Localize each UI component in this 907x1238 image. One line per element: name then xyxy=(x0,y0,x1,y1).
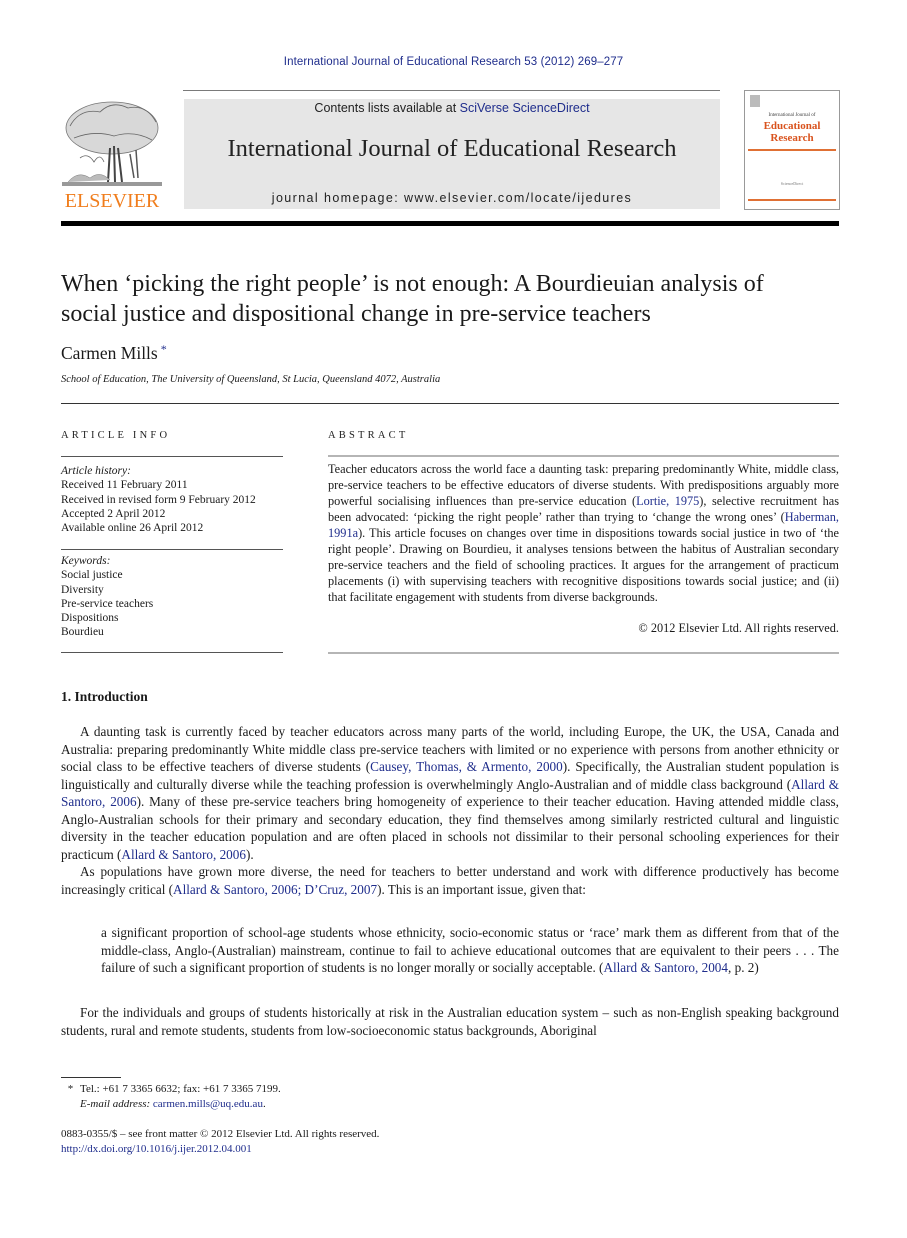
abstract-label: ABSTRACT xyxy=(328,430,409,441)
cover-small-title: International Journal of xyxy=(768,113,816,118)
elsevier-wordmark: ELSEVIER xyxy=(64,190,160,212)
citation-link[interactable]: Allard & Santoro, 2004 xyxy=(603,960,728,975)
author-name: Carmen Mills xyxy=(61,343,158,363)
intro-paragraph-continued: For the individuals and groups of studen… xyxy=(61,1004,839,1039)
footnote-contact: * Tel.: +61 7 3365 6632; fax: +61 7 3365 … xyxy=(61,1082,281,1097)
title-line: When ‘picking the right people’ is not e… xyxy=(61,271,764,297)
abstract-text: Teacher educators across the world face … xyxy=(328,461,839,605)
paragraph: For the individuals and groups of studen… xyxy=(61,1005,839,1038)
article-info-rule xyxy=(61,652,283,653)
email-end: . xyxy=(262,1098,266,1110)
text-run: ). This is an important issue, given tha… xyxy=(377,881,586,897)
elsevier-logo[interactable]: ELSEVIER xyxy=(60,98,164,213)
header-rule xyxy=(183,90,720,91)
abstract-copyright: © 2012 Elsevier Ltd. All rights reserved… xyxy=(638,621,839,635)
keyword-item: Pre-service teachers xyxy=(61,597,154,610)
footnote: * Tel.: +61 7 3365 6632; fax: +61 7 3365 … xyxy=(61,1082,281,1112)
bottom-matter: 0883-0355/$ – see front matter © 2012 El… xyxy=(61,1127,379,1157)
affiliation: School of Education, The University of Q… xyxy=(61,374,441,385)
title-line: social justice and dispositional change … xyxy=(61,300,651,327)
author: Carmen Mills * xyxy=(61,342,167,364)
footnote-mark: * xyxy=(67,1083,74,1095)
tree-icon xyxy=(62,101,162,186)
abstract-rule xyxy=(328,455,839,457)
cover-divider xyxy=(748,199,836,201)
text-run: , p. 2) xyxy=(728,960,759,975)
abstract-part: ). This article focuses on changes over … xyxy=(328,526,839,604)
citation-link[interactable]: Causey, Thomas, & Armento, 2000 xyxy=(370,759,563,774)
article-history: Article history: Received 11 February 20… xyxy=(61,464,301,535)
history-item: Received in revised form 9 February 2012 xyxy=(61,493,256,506)
footnote-rule xyxy=(61,1077,121,1078)
sciencedirect-link[interactable]: SciVerse ScienceDirect xyxy=(460,101,590,115)
section-heading: 1. Introduction xyxy=(61,689,148,704)
journal-banner: Contents lists available at SciVerse Sci… xyxy=(184,99,720,209)
section-rule xyxy=(61,403,839,404)
running-head[interactable]: International Journal of Educational Res… xyxy=(0,56,907,68)
header-thick-rule xyxy=(61,221,839,226)
journal-title: International Journal of Educational Res… xyxy=(227,135,677,162)
homepage-prefix: journal homepage: xyxy=(271,191,404,205)
cover-big-title: Educational Research xyxy=(745,120,839,144)
email-link[interactable]: carmen.mills@uq.edu.au xyxy=(153,1098,263,1110)
issn-line: 0883-0355/$ – see front matter © 2012 El… xyxy=(61,1128,380,1140)
keyword-item: Bourdieu xyxy=(61,626,104,639)
keyword-item: Social justice xyxy=(61,569,123,582)
author-footnote-mark[interactable]: * xyxy=(161,342,167,356)
cover-title-line2: Research xyxy=(770,132,814,144)
article-title: When ‘picking the right people’ is not e… xyxy=(61,270,851,329)
cover-divider xyxy=(748,149,836,151)
citation-link[interactable]: Lortie, 1975 xyxy=(636,494,699,508)
keyword-item: Diversity xyxy=(61,583,104,596)
citation-link[interactable]: Allard & Santoro, 2006; D’Cruz, 2007 xyxy=(173,882,377,897)
contact-text: Tel.: +61 7 3365 6632; fax: +61 7 3365 7… xyxy=(80,1083,281,1095)
article-info-rule xyxy=(61,456,283,457)
footnote-email: E-mail address: carmen.mills@uq.edu.au. xyxy=(61,1097,281,1112)
article-info-label: ARTICLE INFO xyxy=(61,430,171,441)
contents-line: Contents lists available at SciVerse Sci… xyxy=(184,101,720,115)
abstract-end-rule xyxy=(328,652,839,654)
history-item: Received 11 February 2011 xyxy=(61,479,188,492)
paragraph: A daunting task is currently faced by te… xyxy=(61,723,839,863)
citation-link[interactable]: Allard & Santoro, 2006 xyxy=(121,847,246,862)
keywords-label: Keywords: xyxy=(61,555,111,567)
email-label: E-mail address: xyxy=(80,1098,153,1110)
history-label: Article history: xyxy=(61,465,131,477)
cover-title-line1: Educational xyxy=(763,120,821,132)
keyword-item: Dispositions xyxy=(61,612,119,625)
paragraph: As populations have grown more diverse, … xyxy=(61,863,839,898)
cover-sciencedirect: ScienceDirect xyxy=(780,181,804,186)
contents-prefix: Contents lists available at xyxy=(314,101,460,115)
keywords: Keywords: Social justice Diversity Pre-s… xyxy=(61,554,301,640)
article-info-rule xyxy=(61,549,283,550)
doi-link[interactable]: http://dx.doi.org/10.1016/j.ijer.2012.04… xyxy=(61,1143,252,1155)
cover-logo-icon xyxy=(750,95,760,107)
intro-paragraphs: A daunting task is currently faced by te… xyxy=(61,723,839,898)
journal-homepage: journal homepage: www.elsevier.com/locat… xyxy=(184,191,720,205)
homepage-url[interactable]: www.elsevier.com/locate/ijedures xyxy=(404,191,632,205)
history-item: Accepted 2 April 2012 xyxy=(61,507,166,520)
journal-cover-thumbnail[interactable]: International Journal of Educational Res… xyxy=(744,90,840,210)
text-run: ). xyxy=(245,846,254,862)
block-quote: a significant proportion of school-age s… xyxy=(101,924,839,977)
history-item: Available online 26 April 2012 xyxy=(61,522,204,535)
